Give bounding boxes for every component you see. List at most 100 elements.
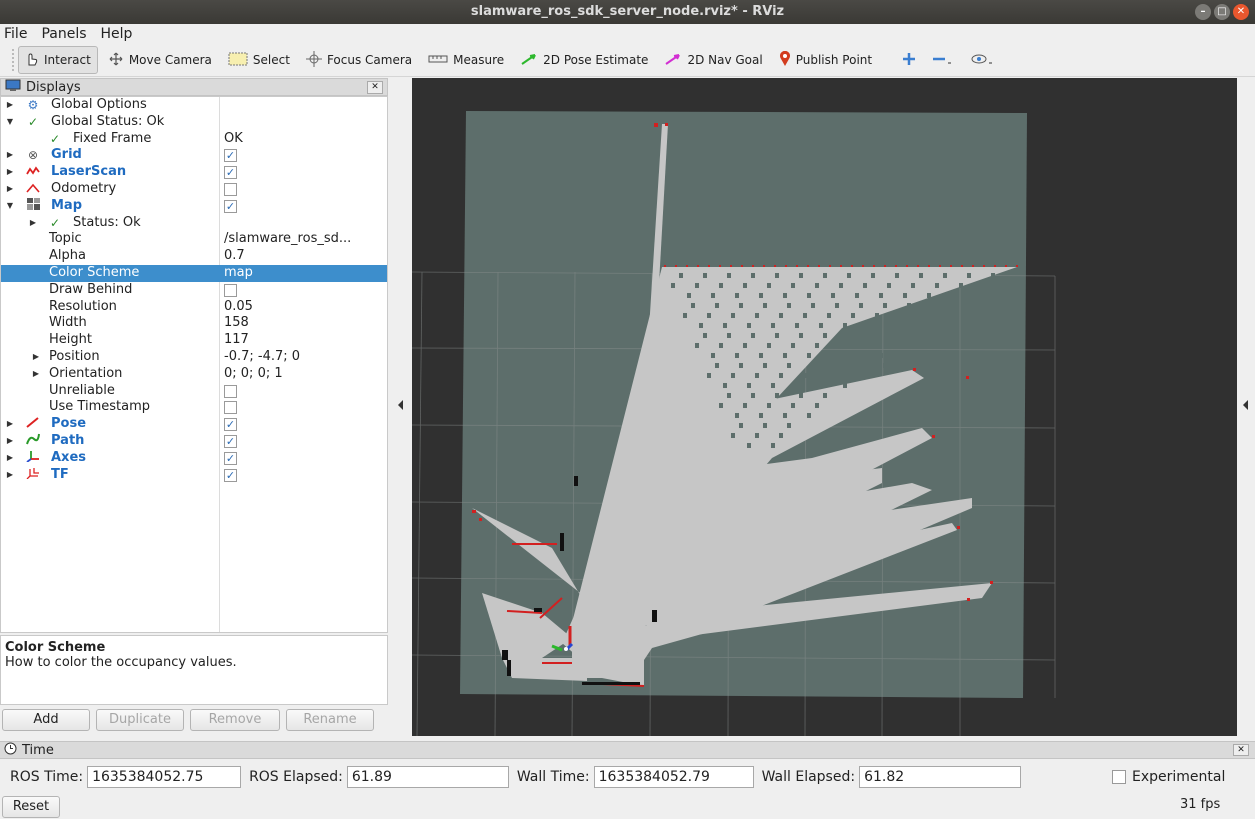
- interact-tool[interactable]: Interact: [18, 46, 98, 74]
- tree-item-axes[interactable]: ▶ Axes ✓: [1, 450, 387, 467]
- checkmark-icon: ✓: [49, 215, 61, 230]
- close-window-button[interactable]: ✕: [1233, 4, 1249, 20]
- collapse-left-icon[interactable]: [388, 78, 412, 736]
- laserscan-enabled-checkbox[interactable]: ✓: [224, 166, 237, 180]
- property-height[interactable]: Height 117: [1, 332, 387, 349]
- duplicate-display-button[interactable]: Duplicate: [96, 709, 184, 731]
- collapse-right-icon[interactable]: [1237, 78, 1255, 736]
- view-tool-button[interactable]: [964, 46, 1000, 74]
- property-alpha[interactable]: Alpha 0.7: [1, 248, 387, 265]
- rename-display-button[interactable]: Rename: [286, 709, 374, 731]
- render-viewport[interactable]: [412, 78, 1237, 736]
- close-icon[interactable]: ✕: [367, 80, 383, 94]
- expand-arrow-icon[interactable]: ▶: [5, 147, 15, 164]
- wall-time-field[interactable]: 1635384052.79: [593, 766, 754, 788]
- pose-estimate-tool[interactable]: 2D Pose Estimate: [514, 46, 654, 74]
- axes-enabled-checkbox[interactable]: ✓: [224, 451, 237, 465]
- tree-item-label: Path: [51, 433, 85, 448]
- description-title: Color Scheme: [5, 640, 106, 655]
- publish-point-tool[interactable]: Publish Point: [773, 46, 878, 74]
- tree-item-tf[interactable]: ▶ TF ✓: [1, 467, 387, 484]
- occupancy-map-view[interactable]: [412, 78, 1237, 736]
- property-value: 0; 0; 0; 1: [224, 365, 283, 381]
- tree-item-laserscan[interactable]: ▶ LaserScan ✓: [1, 164, 387, 181]
- property-position[interactable]: ▶ Position -0.7; -4.7; 0: [1, 349, 387, 366]
- nav-goal-tool[interactable]: 2D Nav Goal: [658, 46, 768, 74]
- tree-item-map[interactable]: ▼ Map ✓: [1, 197, 387, 215]
- property-value[interactable]: /slamware_ros_sd...: [224, 231, 351, 248]
- tree-item-map-status[interactable]: ▶ ✓ Status: Ok: [1, 215, 387, 232]
- unreliable-checkbox[interactable]: [224, 384, 237, 398]
- draw-behind-checkbox[interactable]: [224, 283, 237, 297]
- expand-arrow-icon[interactable]: ▶: [5, 164, 15, 181]
- expand-arrow-icon[interactable]: ▶: [28, 215, 38, 232]
- map-enabled-checkbox[interactable]: ✓: [224, 199, 237, 213]
- window-title: slamware_ros_sdk_server_node.rviz* - RVi…: [470, 4, 785, 19]
- odometry-enabled-checkbox[interactable]: [224, 183, 237, 196]
- remove-display-button[interactable]: Remove: [190, 709, 280, 731]
- add-display-button[interactable]: Add: [2, 709, 90, 731]
- property-unreliable[interactable]: Unreliable: [1, 383, 387, 400]
- ros-elapsed-field[interactable]: 61.89: [346, 766, 509, 788]
- toolbar-grip[interactable]: [12, 49, 16, 71]
- expand-arrow-icon[interactable]: ▶: [5, 467, 15, 484]
- reset-button[interactable]: Reset: [2, 796, 60, 818]
- expand-arrow-icon[interactable]: ▶: [5, 181, 15, 198]
- move-camera-tool[interactable]: Move Camera: [102, 46, 218, 74]
- grid-enabled-checkbox[interactable]: ✓: [224, 149, 237, 163]
- expand-arrow-icon[interactable]: ▶: [5, 433, 15, 450]
- property-topic[interactable]: Topic /slamware_ros_sd...: [1, 231, 387, 248]
- property-value[interactable]: map: [224, 265, 253, 282]
- menu-panels[interactable]: Panels: [41, 26, 86, 42]
- experimental-toggle[interactable]: Experimental: [1112, 769, 1225, 785]
- tree-item-global-status[interactable]: ▼ ✓ Global Status: Ok: [1, 114, 387, 131]
- property-orientation[interactable]: ▶ Orientation 0; 0; 0; 1: [1, 366, 387, 383]
- wall-elapsed-field[interactable]: 61.82: [859, 766, 1022, 788]
- property-label: Draw Behind: [49, 281, 133, 297]
- menu-file[interactable]: File: [4, 26, 27, 42]
- close-icon[interactable]: ✕: [1233, 744, 1249, 756]
- time-panel-title: Time: [22, 742, 54, 758]
- property-value[interactable]: 0.7: [224, 248, 245, 265]
- collapse-arrow-icon[interactable]: ▼: [5, 198, 15, 215]
- remove-tool-button[interactable]: [926, 46, 960, 74]
- property-color-scheme[interactable]: Color Scheme map: [1, 265, 387, 282]
- ros-time-field[interactable]: 1635384052.75: [87, 766, 242, 788]
- pose-enabled-checkbox[interactable]: ✓: [224, 418, 237, 432]
- tree-item-path[interactable]: ▶ Path ✓: [1, 433, 387, 450]
- tree-item-fixed-frame[interactable]: ✓ Fixed Frame OK: [1, 131, 387, 148]
- add-tool-button[interactable]: [896, 46, 922, 74]
- focus-camera-tool[interactable]: Focus Camera: [300, 46, 418, 74]
- measure-tool[interactable]: Measure: [422, 46, 510, 74]
- property-draw-behind[interactable]: Draw Behind: [1, 282, 387, 299]
- expand-arrow-icon[interactable]: ▶: [5, 450, 15, 467]
- expand-arrow-icon[interactable]: ▶: [5, 97, 15, 114]
- tree-item-odometry[interactable]: ▶ Odometry: [1, 181, 387, 198]
- checkmark-icon: ✓: [27, 114, 39, 129]
- property-width[interactable]: Width 158: [1, 315, 387, 332]
- minimize-button[interactable]: –: [1195, 4, 1211, 20]
- maximize-button[interactable]: □: [1214, 4, 1230, 20]
- path-enabled-checkbox[interactable]: ✓: [224, 435, 237, 448]
- expand-arrow-icon[interactable]: ▶: [31, 366, 41, 383]
- collapse-arrow-icon[interactable]: ▼: [5, 114, 15, 131]
- property-resolution[interactable]: Resolution 0.05: [1, 299, 387, 316]
- expand-arrow-icon[interactable]: ▶: [31, 349, 41, 366]
- use-timestamp-checkbox[interactable]: [224, 401, 237, 415]
- property-use-timestamp[interactable]: Use Timestamp: [1, 399, 387, 416]
- select-tool[interactable]: Select: [222, 46, 296, 74]
- maximize-icon: □: [1217, 6, 1227, 17]
- displays-title: Displays: [26, 79, 81, 95]
- focus-camera-icon: [305, 50, 322, 70]
- tree-item-pose[interactable]: ▶ Pose ✓: [1, 416, 387, 433]
- cursor-icon: [25, 52, 39, 69]
- select-icon: [228, 52, 248, 69]
- left-splitter[interactable]: [388, 78, 412, 736]
- tree-item-grid[interactable]: ▶ ⊗ Grid ✓: [1, 147, 387, 164]
- experimental-checkbox[interactable]: [1112, 770, 1126, 784]
- tree-item-global-options[interactable]: ▶ ⚙ Global Options: [1, 97, 387, 114]
- menu-help[interactable]: Help: [101, 26, 133, 42]
- expand-arrow-icon[interactable]: ▶: [5, 416, 15, 433]
- right-splitter[interactable]: [1237, 78, 1255, 736]
- tf-enabled-checkbox[interactable]: ✓: [224, 468, 237, 482]
